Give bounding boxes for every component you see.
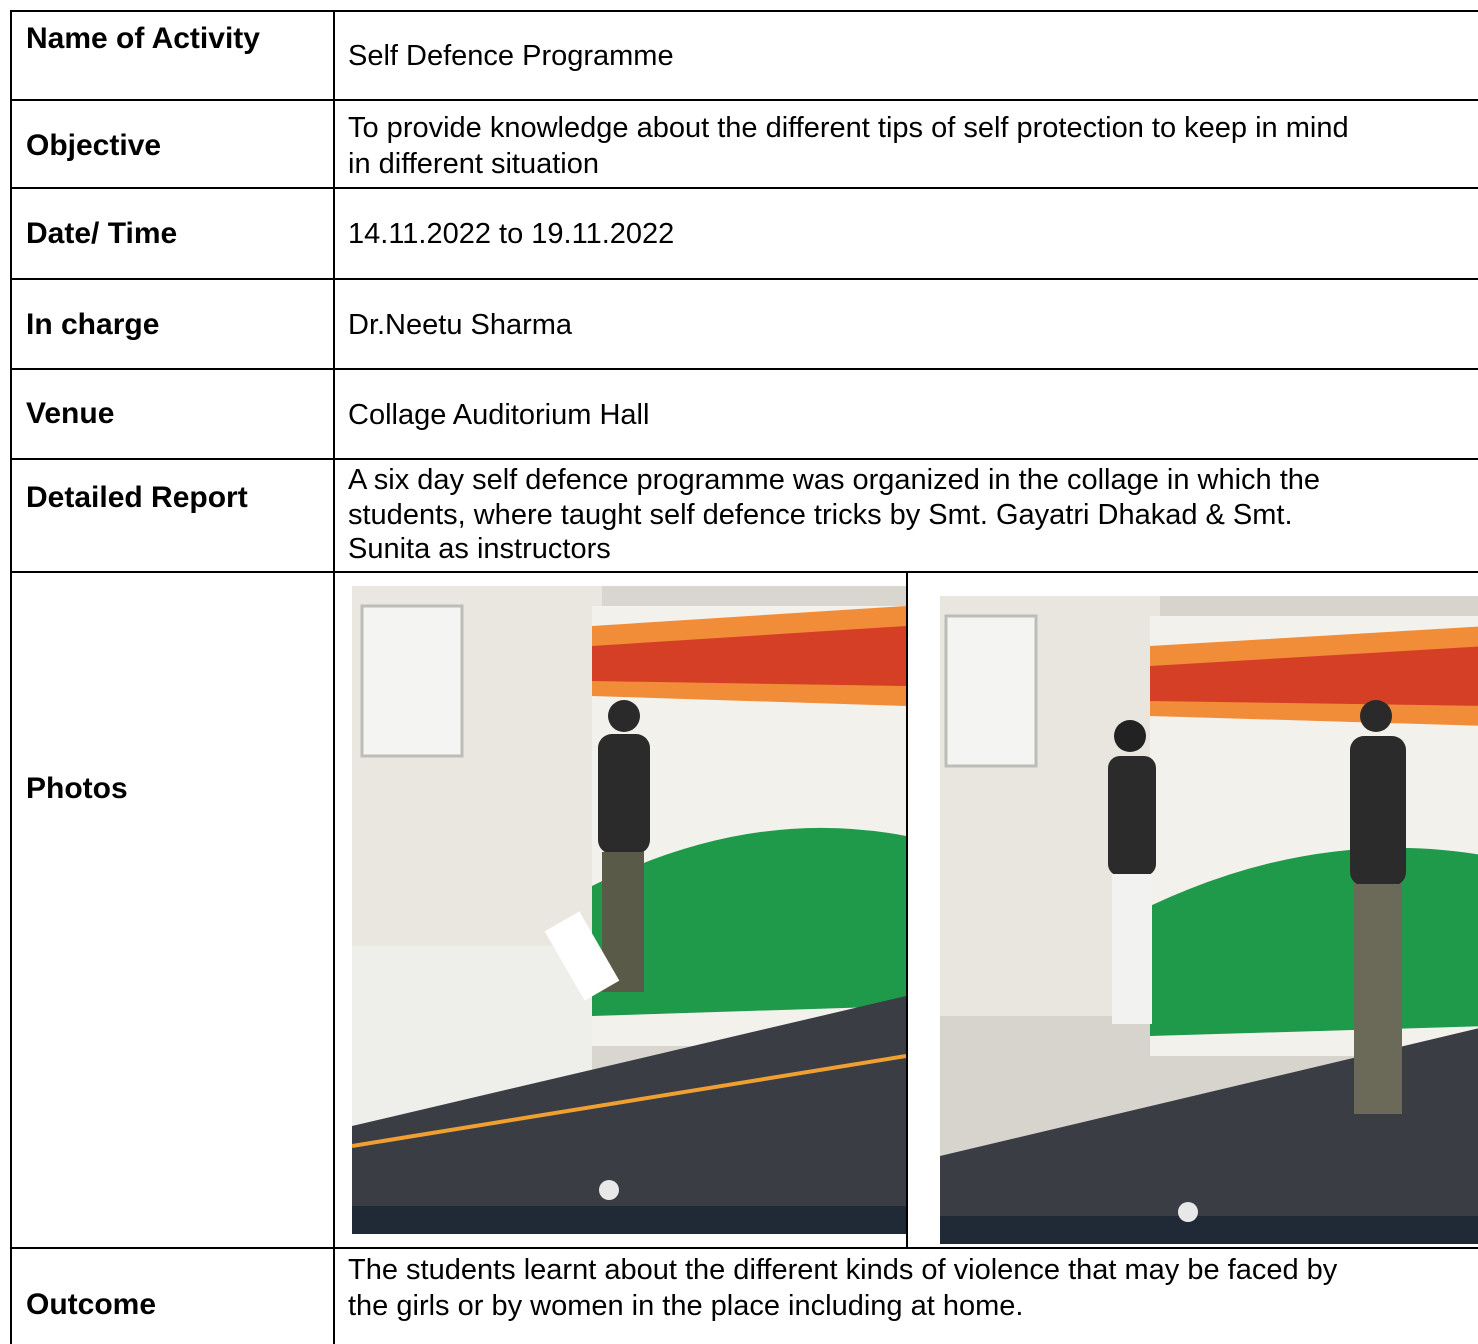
- label-objective: Objective: [26, 129, 162, 162]
- label-in-charge: In charge: [26, 308, 160, 341]
- value-objective-line-1: To provide knowledge about the different…: [348, 112, 1349, 144]
- row-divider: [10, 368, 1478, 370]
- label-outcome: Outcome: [26, 1288, 157, 1321]
- row-divider: [10, 458, 1478, 460]
- table-border-left: [10, 10, 12, 1344]
- value-objective-line-2: in different situation: [348, 148, 599, 180]
- label-date-time: Date/ Time: [26, 217, 178, 250]
- value-name-of-activity: Self Defence Programme: [348, 40, 674, 72]
- row-divider: [10, 571, 1478, 573]
- activity-report-table: Name of Activity Self Defence Programme …: [10, 10, 1478, 1344]
- value-outcome-line-2: the girls or by women in the place inclu…: [348, 1290, 1024, 1322]
- value-detailed-report-line-2: students, where taught self defence tric…: [348, 499, 1293, 531]
- value-date-time: 14.11.2022 to 19.11.2022: [348, 218, 675, 250]
- photo-divider: [906, 571, 908, 1247]
- label-photos: Photos: [26, 772, 128, 805]
- value-detailed-report-line-1: A six day self defence programme was org…: [348, 464, 1321, 496]
- label-name-of-activity: Name of Activity: [26, 22, 260, 55]
- value-venue: Collage Auditorium Hall: [348, 399, 650, 431]
- photo-self-defence-demo-2: [940, 596, 1478, 1244]
- photo-self-defence-demo-1: [352, 586, 906, 1234]
- label-venue: Venue: [26, 397, 115, 430]
- value-detailed-report-line-3: Sunita as instructors: [348, 533, 611, 565]
- value-in-charge: Dr.Neetu Sharma: [348, 309, 573, 341]
- row-divider: [10, 1247, 1478, 1249]
- value-outcome-line-1: The students learnt about the different …: [348, 1254, 1338, 1286]
- label-detailed-report: Detailed Report: [26, 481, 248, 514]
- row-divider: [10, 99, 1478, 101]
- table-border-top: [10, 10, 1478, 12]
- row-divider: [10, 278, 1478, 280]
- row-divider: [10, 187, 1478, 189]
- column-divider: [333, 10, 335, 1344]
